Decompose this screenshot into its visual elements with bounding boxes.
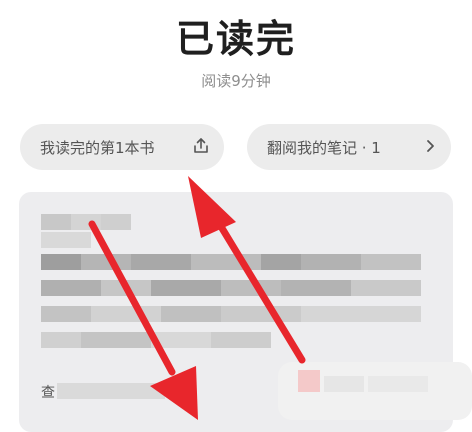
annotation-arrow-up xyxy=(210,211,306,364)
annotation-arrow-down xyxy=(88,220,176,376)
annotation-arrows xyxy=(88,176,306,420)
annotation-arrowhead-up xyxy=(188,176,236,238)
